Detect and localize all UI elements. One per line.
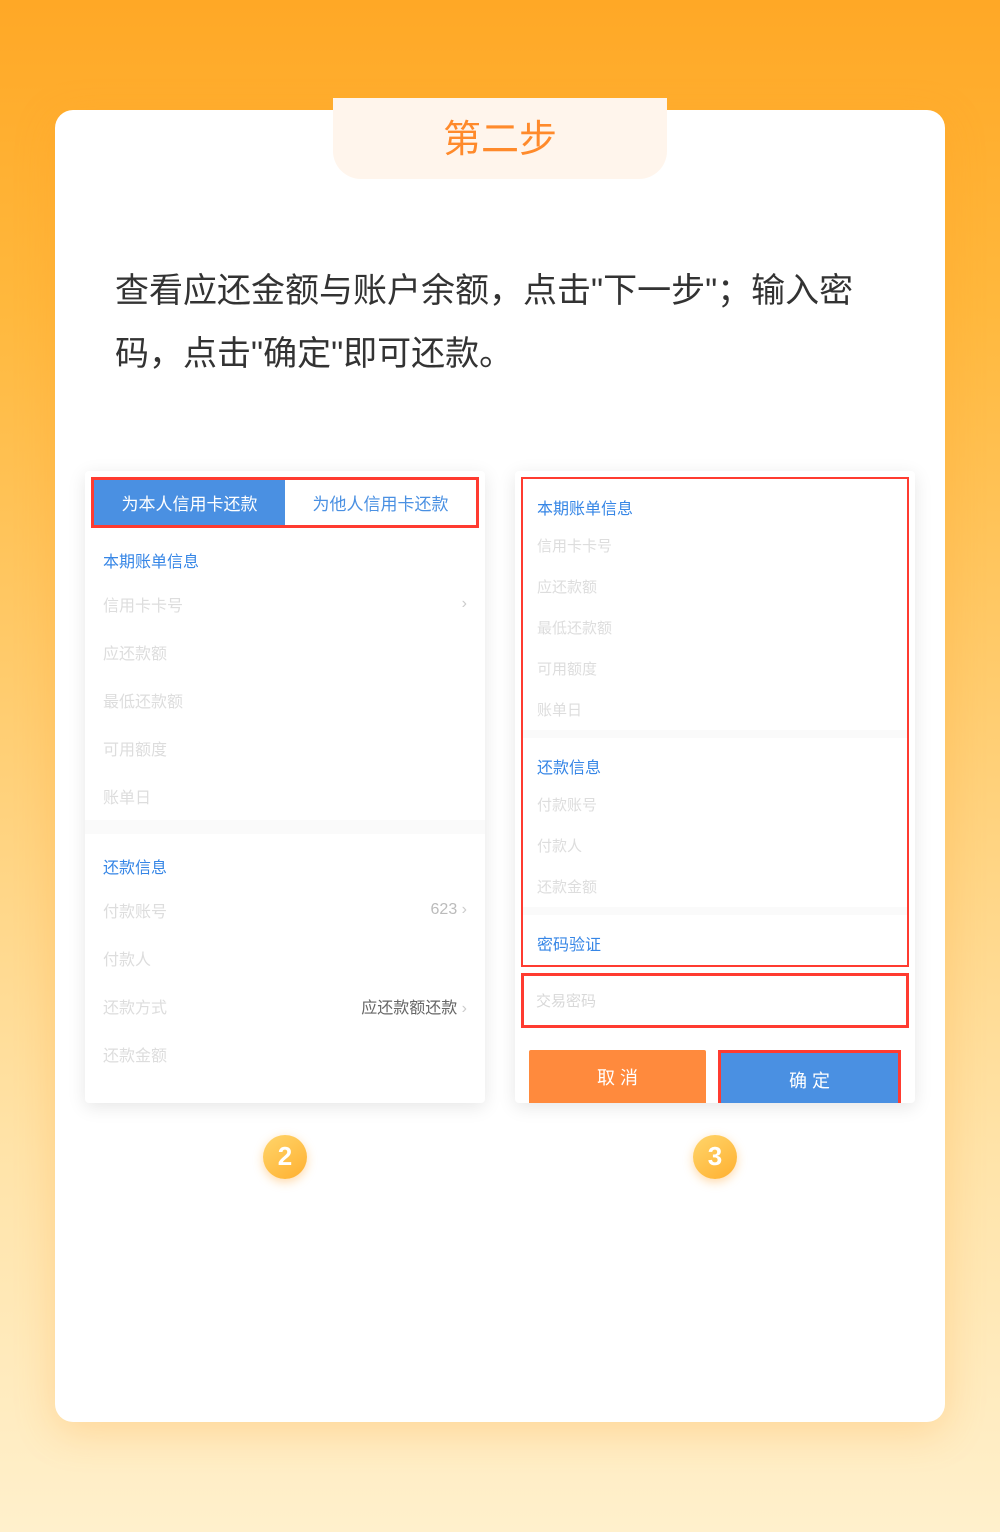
step-tab: 第二步 bbox=[333, 98, 667, 179]
field-label: 可用额度 bbox=[103, 736, 167, 760]
section-divider bbox=[523, 730, 907, 738]
step-description: 查看应还金额与账户余额，点击"下一步"；输入密码，点击"确定"即可还款。 bbox=[55, 260, 945, 386]
field-label: 信用卡卡号 bbox=[537, 538, 612, 555]
field-value: 应还款额还款 bbox=[361, 1000, 457, 1017]
field-available: 可用额度 bbox=[85, 724, 485, 772]
section-bill-info-title: 本期账单信息 bbox=[85, 528, 485, 580]
field-label: 可用额度 bbox=[537, 661, 597, 678]
field-payer: 付款人 bbox=[85, 934, 485, 982]
field-label: 付款人 bbox=[537, 838, 582, 855]
section-divider bbox=[85, 820, 485, 834]
field-label: 应还款额 bbox=[537, 579, 597, 596]
field-label: 账单日 bbox=[103, 784, 151, 808]
section-bill-info-title: 本期账单信息 bbox=[523, 479, 907, 525]
field-label: 还款金额 bbox=[103, 1042, 167, 1066]
field-repay-amount: 还款金额 bbox=[85, 1030, 485, 1078]
cancel-button[interactable]: 取 消 bbox=[529, 1050, 706, 1103]
field-due-amount: 应还款额 bbox=[523, 566, 907, 607]
section-repay-info-title: 还款信息 bbox=[85, 834, 485, 886]
screenshot-3-wrap: 本期账单信息 信用卡卡号 应还款额 最低还款额 可用额度 账单日 还款信息 付款… bbox=[515, 471, 915, 1179]
screenshots-container: 为本人信用卡还款 为他人信用卡还款 本期账单信息 信用卡卡号 › 应还款额 最低… bbox=[55, 386, 945, 1179]
field-payer: 付款人 bbox=[523, 825, 907, 866]
section-password-title: 密码验证 bbox=[523, 915, 907, 961]
field-repay-amount: 还款金额 bbox=[523, 866, 907, 907]
field-due-amount: 应还款额 bbox=[85, 628, 485, 676]
button-row: 取 消 确 定 bbox=[515, 1028, 915, 1103]
field-label: 应还款额 bbox=[103, 640, 167, 664]
screenshot-2: 为本人信用卡还款 为他人信用卡还款 本期账单信息 信用卡卡号 › 应还款额 最低… bbox=[85, 471, 485, 1103]
field-label: 还款金额 bbox=[537, 879, 597, 896]
tab-other-repay[interactable]: 为他人信用卡还款 bbox=[285, 480, 476, 525]
field-repay-method[interactable]: 还款方式 应还款额还款 › bbox=[85, 982, 485, 1030]
screenshot-2-wrap: 为本人信用卡还款 为他人信用卡还款 本期账单信息 信用卡卡号 › 应还款额 最低… bbox=[85, 471, 485, 1179]
field-bill-date: 账单日 bbox=[85, 772, 485, 820]
tabs-highlight: 为本人信用卡还款 为他人信用卡还款 bbox=[91, 477, 479, 528]
info-highlight: 本期账单信息 信用卡卡号 应还款额 最低还款额 可用额度 账单日 还款信息 付款… bbox=[521, 477, 909, 967]
field-label: 最低还款额 bbox=[103, 688, 183, 712]
instruction-card: 第二步 查看应还金额与账户余额，点击"下一步"；输入密码，点击"确定"即可还款。… bbox=[55, 110, 945, 1422]
chevron-icon: › bbox=[462, 595, 467, 613]
field-card-number: 信用卡卡号 › bbox=[85, 580, 485, 628]
field-min-due: 最低还款额 bbox=[85, 676, 485, 724]
step-badge-2: 2 bbox=[263, 1135, 307, 1179]
field-bill-date: 账单日 bbox=[523, 689, 907, 730]
field-available: 可用额度 bbox=[523, 648, 907, 689]
chevron-icon: › bbox=[462, 901, 467, 918]
confirm-button[interactable]: 确 定 bbox=[721, 1053, 898, 1103]
step-badge-3: 3 bbox=[693, 1135, 737, 1179]
field-label: 信用卡卡号 bbox=[103, 592, 183, 616]
field-card-number: 信用卡卡号 bbox=[523, 525, 907, 566]
field-value: 623 bbox=[431, 901, 458, 918]
confirm-highlight: 确 定 bbox=[718, 1050, 901, 1103]
screenshot-3: 本期账单信息 信用卡卡号 应还款额 最低还款额 可用额度 账单日 还款信息 付款… bbox=[515, 471, 915, 1103]
password-input-highlight[interactable]: 交易密码 bbox=[521, 973, 909, 1028]
field-pay-account[interactable]: 付款账号 623 › bbox=[85, 886, 485, 934]
password-label: 交易密码 bbox=[536, 993, 596, 1010]
field-min-due: 最低还款额 bbox=[523, 607, 907, 648]
chevron-icon: › bbox=[462, 1000, 467, 1017]
field-label: 账单日 bbox=[537, 702, 582, 719]
section-repay-info-title: 还款信息 bbox=[523, 738, 907, 784]
field-pay-account: 付款账号 bbox=[523, 784, 907, 825]
section-divider bbox=[523, 907, 907, 915]
field-label: 付款账号 bbox=[537, 797, 597, 814]
tab-self-repay[interactable]: 为本人信用卡还款 bbox=[94, 480, 285, 525]
field-label: 付款账号 bbox=[103, 898, 167, 922]
field-label: 最低还款额 bbox=[537, 620, 612, 637]
field-label: 还款方式 bbox=[103, 994, 167, 1018]
field-label: 付款人 bbox=[103, 946, 151, 970]
